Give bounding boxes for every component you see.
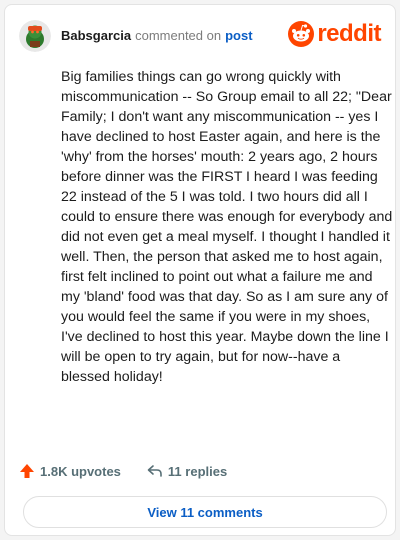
reply-arrow-icon (147, 465, 162, 477)
comment-body: Big families things can go wrong quickly… (61, 67, 393, 387)
comment-text: Big families things can go wrong quickly… (61, 69, 393, 385)
comment-action-text: commented on (135, 28, 222, 43)
user-avatar-icon[interactable] (19, 20, 51, 52)
post-link[interactable]: post (225, 28, 252, 44)
replies-button[interactable]: 11 replies (147, 463, 227, 479)
comment-actions: 1.8K upvotes 11 replies (19, 460, 227, 482)
upvote-count: 1.8K upvotes (40, 463, 121, 479)
view-comments-button[interactable]: View 11 comments (23, 496, 387, 528)
upvote-arrow-icon (20, 464, 34, 478)
reddit-logo[interactable]: reddit (288, 21, 381, 47)
reddit-wordmark: reddit (317, 20, 381, 47)
reddit-snoo-icon (288, 21, 315, 47)
view-comments-label: View 11 comments (147, 504, 263, 520)
upvote-button[interactable]: 1.8K upvotes (19, 463, 121, 479)
username-link[interactable]: Babsgarcia (61, 28, 131, 44)
comment-meta: Babsgarcia commented on post (61, 28, 253, 44)
replies-count: 11 replies (167, 463, 228, 479)
comment-card: Babsgarcia commented on post reddit Big … (4, 4, 396, 536)
